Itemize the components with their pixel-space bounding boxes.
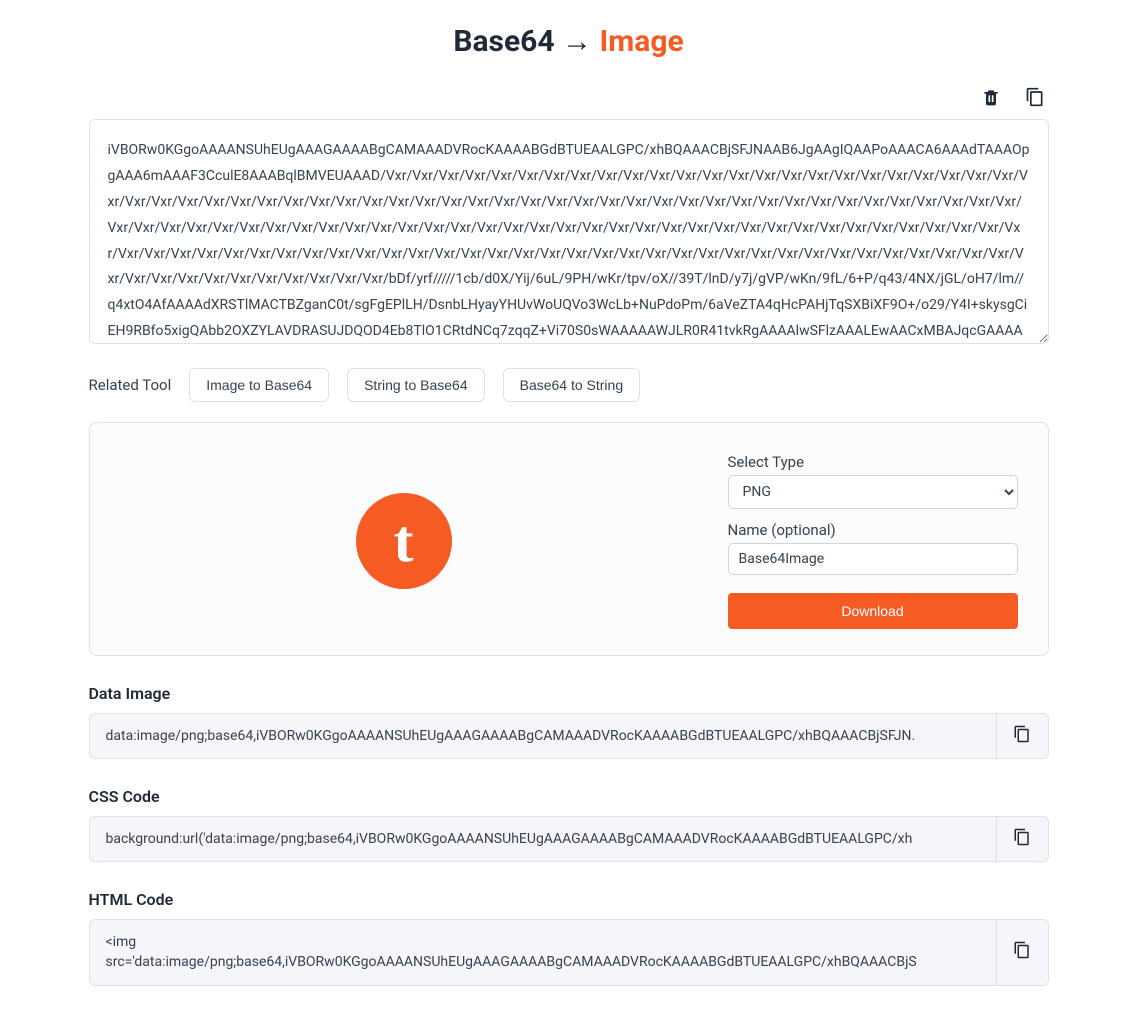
select-type-label: Select Type — [728, 453, 1018, 471]
copy-icon — [1025, 87, 1045, 107]
copy-icon — [1013, 828, 1031, 850]
name-label: Name (optional) — [728, 521, 1018, 539]
preview-panel: t Select Type PNG Name (optional) Downlo… — [89, 422, 1049, 656]
css-code-title: CSS Code — [89, 787, 1049, 806]
css-code-text[interactable]: background:url('data:image/png;base64,iV… — [90, 817, 996, 861]
data-image-text[interactable]: data:image/png;base64,iVBORw0KGgoAAAANSU… — [90, 714, 996, 758]
css-code-row: background:url('data:image/png;base64,iV… — [89, 816, 1049, 862]
clear-button[interactable] — [977, 83, 1005, 111]
html-code-row: <img src='data:image/png;base64,iVBORw0K… — [89, 919, 1049, 986]
related-tools-row: Related Tool Image to Base64 String to B… — [89, 368, 1049, 402]
copy-data-image-button[interactable] — [996, 714, 1048, 758]
base64-input[interactable] — [89, 119, 1049, 344]
download-button[interactable]: Download — [728, 593, 1018, 629]
copy-all-button[interactable] — [1021, 83, 1049, 111]
data-image-title: Data Image — [89, 684, 1049, 703]
related-tool-string-to-base64[interactable]: String to Base64 — [347, 368, 485, 402]
title-arrow: → — [562, 24, 592, 59]
html-code-section: HTML Code <img src='data:image/png;base6… — [89, 890, 1049, 986]
download-form: Select Type PNG Name (optional) Download — [728, 453, 1018, 629]
copy-css-code-button[interactable] — [996, 817, 1048, 861]
html-code-line-1: <img — [106, 932, 980, 952]
copy-icon — [1013, 941, 1031, 963]
image-preview: t — [120, 453, 688, 629]
related-label: Related Tool — [89, 376, 172, 394]
data-image-row: data:image/png;base64,iVBORw0KGgoAAAANSU… — [89, 713, 1049, 759]
name-input[interactable] — [728, 543, 1018, 575]
data-image-section: Data Image data:image/png;base64,iVBORw0… — [89, 684, 1049, 759]
html-code-text[interactable]: <img src='data:image/png;base64,iVBORw0K… — [90, 920, 996, 985]
css-code-section: CSS Code background:url('data:image/png;… — [89, 787, 1049, 862]
logo-glyph: t — [394, 511, 414, 571]
html-code-line-2: src='data:image/png;base64,iVBORw0KGgoAA… — [106, 952, 980, 972]
trash-icon — [981, 87, 1001, 107]
related-tool-image-to-base64[interactable]: Image to Base64 — [189, 368, 329, 402]
copy-icon — [1013, 725, 1031, 747]
select-type[interactable]: PNG — [728, 475, 1018, 509]
title-prefix: Base64 — [453, 24, 554, 59]
html-code-title: HTML Code — [89, 890, 1049, 909]
title-accent: Image — [600, 24, 684, 59]
page-title: Base64 → Image — [89, 0, 1049, 77]
related-tool-base64-to-string[interactable]: Base64 to String — [503, 368, 641, 402]
preview-logo: t — [356, 493, 452, 589]
copy-html-code-button[interactable] — [996, 920, 1048, 985]
toolbar — [89, 77, 1049, 119]
